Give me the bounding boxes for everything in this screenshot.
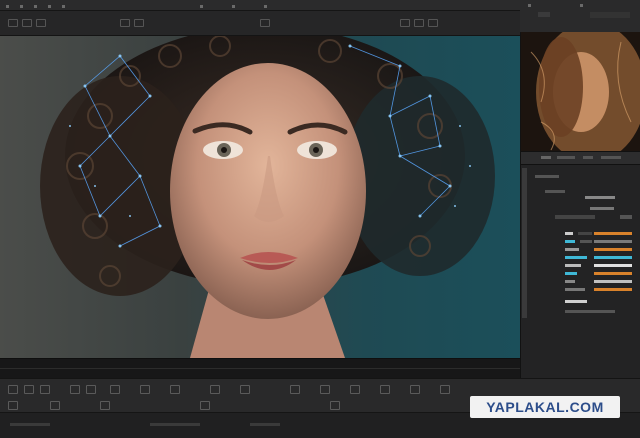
tool-icon[interactable] (134, 19, 144, 27)
param-bar[interactable] (594, 272, 632, 275)
stop-icon[interactable] (24, 385, 34, 394)
watermark-logo: YAPLAKAL.COM (470, 396, 620, 418)
menu-item[interactable] (232, 5, 235, 8)
param-swatch[interactable] (565, 272, 577, 275)
tool-icon[interactable] (8, 401, 18, 410)
timeline[interactable] (0, 358, 520, 379)
viewer-toolbar (0, 11, 520, 36)
tool-icon[interactable] (140, 385, 150, 394)
tab[interactable] (583, 156, 593, 159)
tool-icon[interactable] (428, 19, 438, 27)
tool-icon[interactable] (350, 385, 360, 394)
status-segment (150, 423, 200, 426)
param-swatch[interactable] (565, 280, 575, 283)
param-swatch[interactable] (565, 264, 581, 267)
tool-icon[interactable] (170, 385, 180, 394)
param-row[interactable] (620, 215, 632, 219)
tool-icon[interactable] (210, 385, 220, 394)
tool-icon[interactable] (120, 19, 130, 27)
tab[interactable] (541, 156, 551, 159)
tab[interactable] (601, 156, 621, 159)
tab[interactable] (557, 156, 575, 159)
tool-icon[interactable] (380, 385, 390, 394)
param-label (590, 207, 614, 210)
param-label (565, 310, 615, 313)
menu-item[interactable] (264, 5, 267, 8)
param-label (535, 175, 559, 178)
menu-item[interactable] (48, 5, 51, 8)
preview-image (521, 32, 640, 151)
param-bar[interactable] (594, 248, 632, 251)
param-label (585, 196, 615, 199)
tool-icon[interactable] (22, 19, 32, 27)
status-segment (10, 423, 50, 426)
param-bar[interactable] (594, 280, 632, 283)
param-bar[interactable] (580, 240, 592, 243)
menu-item[interactable] (200, 5, 203, 8)
tool-icon[interactable] (70, 385, 80, 394)
param-swatch[interactable] (565, 300, 587, 303)
panel-field[interactable] (590, 12, 630, 18)
panel-icon[interactable] (580, 4, 583, 7)
right-panel-header (520, 0, 640, 33)
play-icon[interactable] (8, 385, 18, 394)
param-bar[interactable] (594, 264, 632, 267)
param-swatch[interactable] (565, 256, 587, 259)
menu-item[interactable] (20, 5, 23, 8)
param-swatch[interactable] (565, 240, 575, 243)
tool-icon[interactable] (200, 401, 210, 410)
menu-icon[interactable] (6, 5, 9, 8)
tool-icon[interactable] (320, 385, 330, 394)
param-swatch[interactable] (565, 232, 573, 235)
param-bar[interactable] (594, 256, 632, 259)
timeline-track (0, 368, 520, 369)
panel-tab[interactable] (538, 12, 550, 17)
tool-icon[interactable] (100, 401, 110, 410)
image-viewer[interactable] (0, 36, 520, 358)
tool-icon[interactable] (400, 19, 410, 27)
menu-item[interactable] (62, 5, 65, 8)
zoom-icon[interactable] (290, 385, 300, 394)
tool-icon[interactable] (110, 385, 120, 394)
tool-icon[interactable] (36, 19, 46, 27)
tool-icon[interactable] (8, 19, 18, 27)
param-swatch[interactable] (565, 248, 579, 251)
menu-bar[interactable] (0, 0, 520, 11)
status-segment (250, 423, 280, 426)
panel-tabs[interactable] (521, 151, 640, 165)
tool-icon[interactable] (330, 401, 340, 410)
param-bar[interactable] (594, 240, 632, 243)
tool-icon[interactable] (414, 19, 424, 27)
portrait-image (0, 36, 520, 358)
tool-icon[interactable] (50, 401, 60, 410)
menu-item[interactable] (34, 5, 37, 8)
tool-icon[interactable] (86, 385, 96, 394)
preview-thumbnail[interactable] (521, 32, 640, 151)
tool-icon[interactable] (240, 385, 250, 394)
watermark-text: YAPLAKAL.COM (486, 399, 604, 415)
tool-icon[interactable] (410, 385, 420, 394)
param-row[interactable] (555, 215, 595, 219)
tool-icon[interactable] (260, 19, 270, 27)
param-bar[interactable] (578, 232, 592, 235)
param-swatch[interactable] (565, 288, 585, 291)
settings-icon[interactable] (440, 385, 450, 394)
param-label (545, 190, 565, 193)
panel-scrollbar[interactable] (522, 168, 527, 318)
param-bar[interactable] (594, 232, 632, 235)
panel-icon[interactable] (528, 4, 531, 7)
param-bar[interactable] (594, 288, 632, 291)
loop-icon[interactable] (40, 385, 50, 394)
